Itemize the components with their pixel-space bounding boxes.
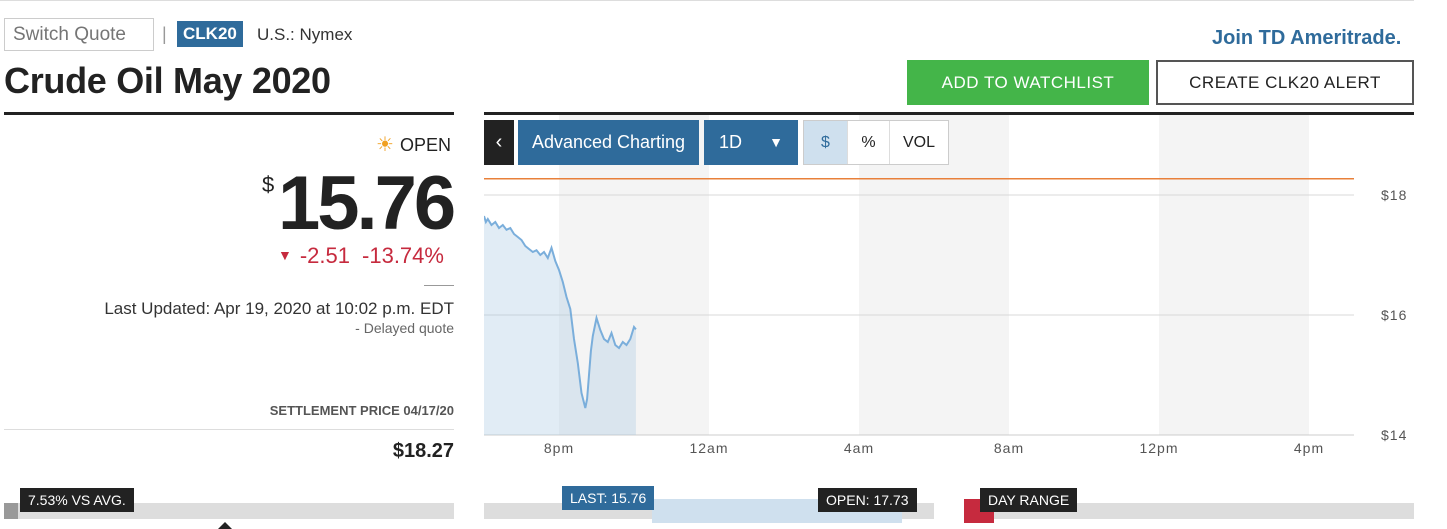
last-price-tag: LAST: 15.76 bbox=[562, 486, 655, 510]
change-value: -2.51 bbox=[299, 243, 351, 268]
chart-mode-toggle: $ % VOL bbox=[803, 120, 949, 165]
currency-symbol: $ bbox=[262, 172, 275, 197]
x-tick-label: 12pm bbox=[1139, 440, 1178, 456]
volume-button[interactable]: VOL bbox=[890, 121, 948, 164]
create-alert-button[interactable]: CREATE CLK20 ALERT bbox=[1156, 60, 1414, 105]
time-range-value: 1D bbox=[719, 132, 743, 152]
intraday-chart[interactable]: 8pm 12am 4am 8am 12pm 4pm $18 $16 $14 bbox=[484, 115, 1414, 465]
caret-down-icon: ▼ bbox=[769, 134, 783, 150]
day-range-tag: DAY RANGE bbox=[980, 488, 1078, 512]
volume-fill bbox=[4, 503, 18, 519]
sun-icon: ☀ bbox=[376, 134, 394, 156]
settlement-value: $18.27 bbox=[392, 440, 454, 462]
percent-mode-button[interactable]: % bbox=[848, 121, 890, 164]
x-tick-label: 12am bbox=[689, 440, 728, 456]
last-price: 15.76 bbox=[278, 161, 456, 246]
add-to-watchlist-button[interactable]: ADD TO WATCHLIST bbox=[907, 60, 1149, 105]
open-price-tag: OPEN: 17.73 bbox=[818, 488, 917, 512]
dollar-mode-button[interactable]: $ bbox=[804, 121, 848, 164]
x-tick-label: 4am bbox=[844, 440, 874, 456]
top-divider bbox=[0, 0, 1414, 1]
y-tick-label: $16 bbox=[1381, 307, 1407, 323]
ticker-badge: CLK20 bbox=[177, 21, 243, 47]
switch-quote-input[interactable] bbox=[4, 18, 154, 51]
exchange-label: U.S.: Nymex bbox=[257, 25, 353, 44]
session-band bbox=[1159, 115, 1309, 435]
down-arrow-icon: ▼ bbox=[278, 247, 292, 263]
settlement-divider bbox=[4, 429, 454, 430]
change-percent: -13.74% bbox=[362, 243, 444, 268]
x-tick-label: 8pm bbox=[544, 440, 574, 456]
price-change: ▼ -2.51 -13.74% bbox=[278, 243, 444, 269]
x-tick-label: 4pm bbox=[1294, 440, 1324, 456]
title-divider bbox=[4, 112, 454, 115]
y-tick-label: $18 bbox=[1381, 187, 1407, 203]
market-status-label: OPEN bbox=[399, 135, 451, 155]
average-marker-icon bbox=[217, 522, 233, 529]
header-separator: | bbox=[162, 24, 167, 44]
change-divider bbox=[424, 285, 454, 286]
market-status: ☀ OPEN bbox=[376, 132, 451, 157]
y-tick-label: $14 bbox=[1381, 427, 1407, 443]
volume-vs-average-tag: 7.53% VS AVG. bbox=[20, 488, 134, 512]
x-tick-label: 8am bbox=[994, 440, 1024, 456]
advanced-charting-button[interactable]: Advanced Charting bbox=[518, 120, 699, 165]
join-td-ameritrade-link[interactable]: Join TD Ameritrade. bbox=[1212, 27, 1401, 50]
settlement-label: SETTLEMENT PRICE 04/17/20 bbox=[269, 403, 454, 418]
last-updated: Last Updated: Apr 19, 2020 at 10:02 p.m.… bbox=[104, 299, 454, 318]
delayed-quote-note: - Delayed quote bbox=[355, 320, 454, 336]
page-title: Crude Oil May 2020 bbox=[4, 60, 331, 101]
time-range-dropdown[interactable]: 1D ▼ bbox=[704, 120, 798, 165]
chevron-left-icon[interactable]: ‹ bbox=[484, 120, 514, 165]
